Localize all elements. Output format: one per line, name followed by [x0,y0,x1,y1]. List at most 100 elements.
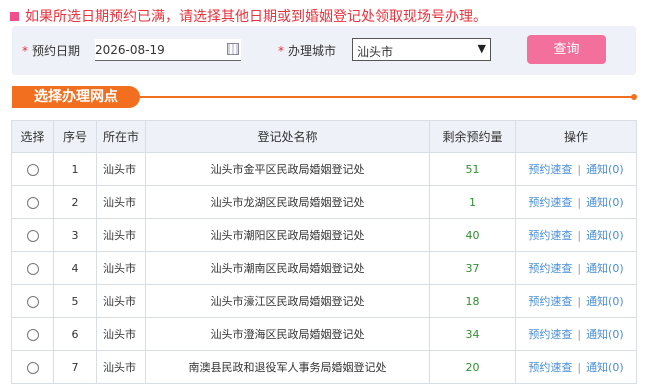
row-select-cell [11,152,54,186]
header-no: 序号 [53,120,97,153]
row-city: 汕头市 [96,218,146,252]
row-remaining: 34 [429,317,516,351]
action-separator: | [577,196,582,209]
row-office-name: 汕头市金平区民政局婚姻登记处 [145,152,430,186]
row-actions: 预约速查 | 通知(0) [515,218,637,252]
action-separator: | [577,328,582,341]
header-city: 所在市 [96,120,146,153]
header-remaining: 剩余预约量 [429,120,516,153]
radio-button[interactable] [26,196,39,209]
city-select[interactable]: 汕头市 ▼ [352,38,491,61]
row-no: 1 [53,152,97,186]
notice-bar: 如果所选日期预约已满，请选择其他日期或到婚姻登记处领取现场号办理。 [10,6,487,26]
city-select-value: 汕头市 [357,45,394,59]
table-row: 5 汕头市 汕头市濠江区民政局婚姻登记处 18 预约速查 | 通知(0) [11,284,637,318]
query-button[interactable]: 查询 [527,35,606,64]
row-office-name: 汕头市澄海区民政局婚姻登记处 [145,317,430,351]
row-no: 4 [53,251,97,285]
radio-button[interactable] [26,262,39,275]
row-office-name: 汕头市龙湖区民政局婚姻登记处 [145,185,430,219]
book-query-link[interactable]: 预约速查 [528,196,572,209]
row-select-cell [11,251,54,285]
calendar-icon[interactable] [227,43,239,55]
table-row: 3 汕头市 汕头市潮阳区民政局婚姻登记处 40 预约速查 | 通知(0) [11,218,637,252]
notify-link[interactable]: 通知(0) [586,196,624,209]
row-office-name: 汕头市潮南区民政局婚姻登记处 [145,251,430,285]
book-query-link[interactable]: 预约速查 [528,295,572,308]
date-value: 2026-08-19 [95,43,165,57]
table-row: 4 汕头市 汕头市潮南区民政局婚姻登记处 37 预约速查 | 通知(0) [11,251,637,285]
book-query-link[interactable]: 预约速查 [528,163,572,176]
notify-link[interactable]: 通知(0) [586,361,624,374]
required-star-icon: * [278,44,284,58]
notify-link[interactable]: 通知(0) [586,328,624,341]
row-city: 汕头市 [96,152,146,186]
action-separator: | [577,229,582,242]
header-select: 选择 [11,120,54,153]
action-separator: | [577,295,582,308]
radio-button[interactable] [26,295,39,308]
row-select-cell [11,350,54,384]
row-city: 汕头市 [96,185,146,219]
notify-link[interactable]: 通知(0) [586,295,624,308]
section-divider [140,96,632,98]
header-office-name: 登记处名称 [145,120,430,153]
row-no: 2 [53,185,97,219]
row-remaining: 51 [429,152,516,186]
chevron-down-icon: ▼ [477,42,486,55]
row-remaining: 1 [429,185,516,219]
row-select-cell [11,317,54,351]
required-star-icon: * [22,44,28,58]
notify-link[interactable]: 通知(0) [586,262,624,275]
row-remaining: 20 [429,350,516,384]
office-table: 选择 序号 所在市 登记处名称 剩余预约量 操作 1 汕头市 汕头市金平区民政局婚姻… [11,120,637,384]
row-no: 6 [53,317,97,351]
row-no: 3 [53,218,97,252]
filter-panel: * 预约日期 2026-08-19 * 办理城市 汕头市 ▼ 查询 [12,26,636,75]
notify-link[interactable]: 通知(0) [586,229,624,242]
radio-button[interactable] [26,163,39,176]
row-actions: 预约速查 | 通知(0) [515,152,637,186]
date-label: * 预约日期 [22,42,80,59]
row-city: 汕头市 [96,317,146,351]
section-title: 选择办理网点 [12,86,140,108]
radio-button[interactable] [26,229,39,242]
radio-button[interactable] [26,328,39,341]
action-separator: | [577,163,582,176]
table-header-row: 选择 序号 所在市 登记处名称 剩余预约量 操作 [11,120,637,153]
header-actions: 操作 [515,120,637,153]
row-actions: 预约速查 | 通知(0) [515,350,637,384]
city-label: * 办理城市 [278,42,336,59]
row-select-cell [11,185,54,219]
row-no: 5 [53,284,97,318]
row-actions: 预约速查 | 通知(0) [515,185,637,219]
book-query-link[interactable]: 预约速查 [528,262,572,275]
notice-text: 如果所选日期预约已满，请选择其他日期或到婚姻登记处领取现场号办理。 [25,9,487,25]
date-label-text: 预约日期 [32,44,81,58]
row-remaining: 18 [429,284,516,318]
row-select-cell [11,218,54,252]
row-actions: 预约速查 | 通知(0) [515,284,637,318]
row-remaining: 40 [429,218,516,252]
row-city: 汕头市 [96,350,146,384]
date-input[interactable]: 2026-08-19 [95,39,241,61]
row-no: 7 [53,350,97,384]
book-query-link[interactable]: 预约速查 [528,328,572,341]
row-select-cell [11,284,54,318]
notice-square-icon [10,11,19,21]
table-row: 6 汕头市 汕头市澄海区民政局婚姻登记处 34 预约速查 | 通知(0) [11,317,637,351]
book-query-link[interactable]: 预约速查 [528,229,572,242]
city-label-text: 办理城市 [288,44,337,58]
row-city: 汕头市 [96,251,146,285]
radio-button[interactable] [26,361,39,374]
action-separator: | [577,361,582,374]
table-row: 7 汕头市 南澳县民政和退役军人事务局婚姻登记处 20 预约速查 | 通知(0) [11,350,637,384]
notify-link[interactable]: 通知(0) [586,163,624,176]
section-dot-icon [631,94,637,100]
row-city: 汕头市 [96,284,146,318]
action-separator: | [577,262,582,275]
table-row: 2 汕头市 汕头市龙湖区民政局婚姻登记处 1 预约速查 | 通知(0) [11,185,637,219]
book-query-link[interactable]: 预约速查 [528,361,572,374]
row-office-name: 汕头市濠江区民政局婚姻登记处 [145,284,430,318]
row-remaining: 37 [429,251,516,285]
